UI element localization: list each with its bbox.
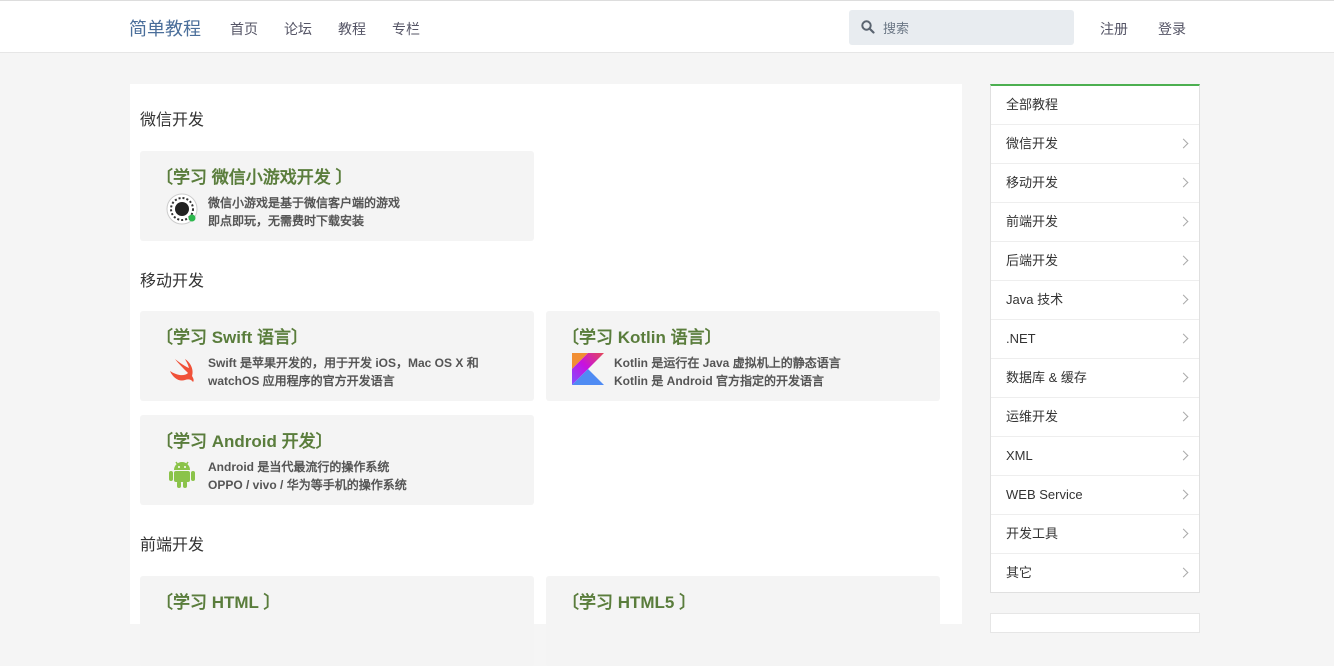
- main-content: 微信开发 〔学习 微信小游戏开发 〕 微信小游戏是基于微信客户端的游戏 即点即玩…: [130, 84, 962, 666]
- sidebar-item-web-service[interactable]: WEB Service: [991, 476, 1199, 515]
- sidebar-item-other[interactable]: 其它: [991, 554, 1199, 592]
- section-title-frontend: 前端开发: [140, 537, 205, 554]
- card-desc-line: Kotlin 是 Android 官方指定的开发语言: [614, 374, 824, 388]
- sidebar-item-backend[interactable]: 后端开发: [991, 242, 1199, 281]
- card-title: 〔学习 HTML 〕: [156, 593, 281, 612]
- search-box: [849, 10, 1074, 45]
- kotlin-icon: [572, 353, 604, 385]
- sidebar-item-database[interactable]: 数据库 & 缓存: [991, 359, 1199, 398]
- card-desc-line: OPPO / vivo / 华为等手机的操作系统: [208, 478, 407, 492]
- sidebar-item-devops[interactable]: 运维开发: [991, 398, 1199, 437]
- chevron-right-icon: [1178, 567, 1189, 578]
- top-navbar: 简单教程 首页 论坛 教程 专栏 注册 登录: [0, 0, 1334, 53]
- card-desc-line: watchOS 应用程序的官方开发语言: [208, 374, 395, 388]
- wechat-minigame-icon: [166, 193, 198, 225]
- sidebar-item-label: 微信开发: [1006, 136, 1059, 151]
- card-desc-line: 微信小游戏是基于微信客户端的游戏: [208, 196, 401, 210]
- card-description: Swift 是苹果开发的，用于开发 iOS，Mac OS X 和 watchOS…: [208, 354, 518, 390]
- sidebar-item-label: 后端开发: [1006, 253, 1059, 268]
- chevron-right-icon: [1178, 255, 1189, 266]
- course-card-wechat-minigame[interactable]: 〔学习 微信小游戏开发 〕 微信小游戏是基于微信客户端的游戏 即点即玩，无需费时…: [140, 151, 534, 241]
- android-icon: [169, 461, 195, 488]
- swift-icon: [170, 359, 194, 382]
- category-sidebar: 全部教程 微信开发 移动开发 前端开发 后端开发 Java 技术 .NET 数据…: [990, 84, 1200, 593]
- card-title: 〔学习 微信小游戏开发 〕: [156, 168, 353, 187]
- chevron-right-icon: [1178, 489, 1189, 500]
- chevron-right-icon: [1178, 177, 1189, 188]
- sidebar-item-label: WEB Service: [1006, 487, 1083, 502]
- search-input[interactable]: [881, 17, 1065, 39]
- card-title: 〔学习 Swift 语言〕: [156, 328, 309, 347]
- main-nav: 首页 论坛 教程 专栏: [230, 19, 446, 39]
- chevron-right-icon: [1178, 294, 1189, 305]
- nav-home[interactable]: 首页: [230, 19, 258, 39]
- login-link[interactable]: 登录: [1158, 19, 1186, 39]
- card-title: 〔学习 Kotlin 语言〕: [562, 328, 722, 347]
- sidebar-item-dev-tools[interactable]: 开发工具: [991, 515, 1199, 554]
- sidebar-item-label: 其它: [1006, 565, 1033, 580]
- course-card-html[interactable]: 〔学习 HTML 〕: [140, 576, 534, 666]
- sidebar-item-label: 数据库 & 缓存: [1006, 370, 1087, 385]
- chevron-right-icon: [1178, 216, 1189, 227]
- sidebar-item-label: .NET: [1006, 331, 1036, 346]
- nav-tutorials[interactable]: 教程: [338, 19, 366, 39]
- chevron-right-icon: [1178, 372, 1189, 383]
- card-desc-line: Kotlin 是运行在 Java 虚拟机上的静态语言: [614, 356, 841, 370]
- card-title: 〔学习 HTML5 〕: [562, 593, 697, 612]
- sidebar-item-label: 全部教程: [1006, 97, 1059, 112]
- sidebar-secondary-panel: [990, 613, 1200, 633]
- sidebar-item-java[interactable]: Java 技术: [991, 281, 1199, 320]
- card-title: 〔学习 Android 开发〕: [156, 432, 333, 451]
- chevron-right-icon: [1178, 138, 1189, 149]
- sidebar-item-dotnet[interactable]: .NET: [991, 320, 1199, 359]
- course-card-html5[interactable]: 〔学习 HTML5 〕: [546, 576, 940, 666]
- nav-columns[interactable]: 专栏: [392, 19, 420, 39]
- card-desc-line: Swift 是苹果开发的，用于开发 iOS，Mac OS X 和: [208, 356, 479, 370]
- card-desc-line: Android 是当代最流行的操作系统: [208, 460, 390, 474]
- sidebar-item-label: 移动开发: [1006, 175, 1059, 190]
- sidebar-item-xml[interactable]: XML: [991, 437, 1199, 476]
- section-title-wechat: 微信开发: [140, 112, 205, 129]
- course-card-swift[interactable]: 〔学习 Swift 语言〕 Swift 是苹果开发的，用于开发 iOS，Mac …: [140, 311, 534, 401]
- sidebar-item-frontend[interactable]: 前端开发: [991, 203, 1199, 242]
- sidebar-item-label: Java 技术: [1006, 292, 1064, 307]
- chevron-right-icon: [1178, 411, 1189, 422]
- course-card-kotlin[interactable]: 〔学习 Kotlin 语言〕 Kotlin 是运行在 Java 虚拟机上的静态语…: [546, 311, 940, 401]
- card-description: Kotlin 是运行在 Java 虚拟机上的静态语言 Kotlin 是 Andr…: [614, 354, 924, 390]
- card-desc-line: 即点即玩，无需费时下载安装: [208, 214, 365, 228]
- sidebar-item-label: 开发工具: [1006, 526, 1059, 541]
- nav-forum[interactable]: 论坛: [284, 19, 312, 39]
- sidebar-item-wechat[interactable]: 微信开发: [991, 125, 1199, 164]
- sidebar-item-label: XML: [1006, 448, 1033, 463]
- site-logo-link[interactable]: 简单教程: [129, 15, 201, 41]
- search-icon: [861, 20, 875, 34]
- sidebar-item-label: 运维开发: [1006, 409, 1059, 424]
- course-card-android[interactable]: 〔学习 Android 开发〕 Android 是当代最流行的操作系统 OPPO…: [140, 415, 534, 505]
- card-description: 微信小游戏是基于微信客户端的游戏 即点即玩，无需费时下载安装: [208, 194, 518, 230]
- card-description: Android 是当代最流行的操作系统 OPPO / vivo / 华为等手机的…: [208, 458, 518, 494]
- sidebar-item-all[interactable]: 全部教程: [991, 86, 1199, 125]
- sidebar-item-mobile[interactable]: 移动开发: [991, 164, 1199, 203]
- chevron-right-icon: [1178, 333, 1189, 344]
- register-link[interactable]: 注册: [1100, 19, 1128, 39]
- sidebar-item-label: 前端开发: [1006, 214, 1059, 229]
- chevron-right-icon: [1178, 450, 1189, 461]
- chevron-right-icon: [1178, 528, 1189, 539]
- section-title-mobile: 移动开发: [140, 273, 205, 290]
